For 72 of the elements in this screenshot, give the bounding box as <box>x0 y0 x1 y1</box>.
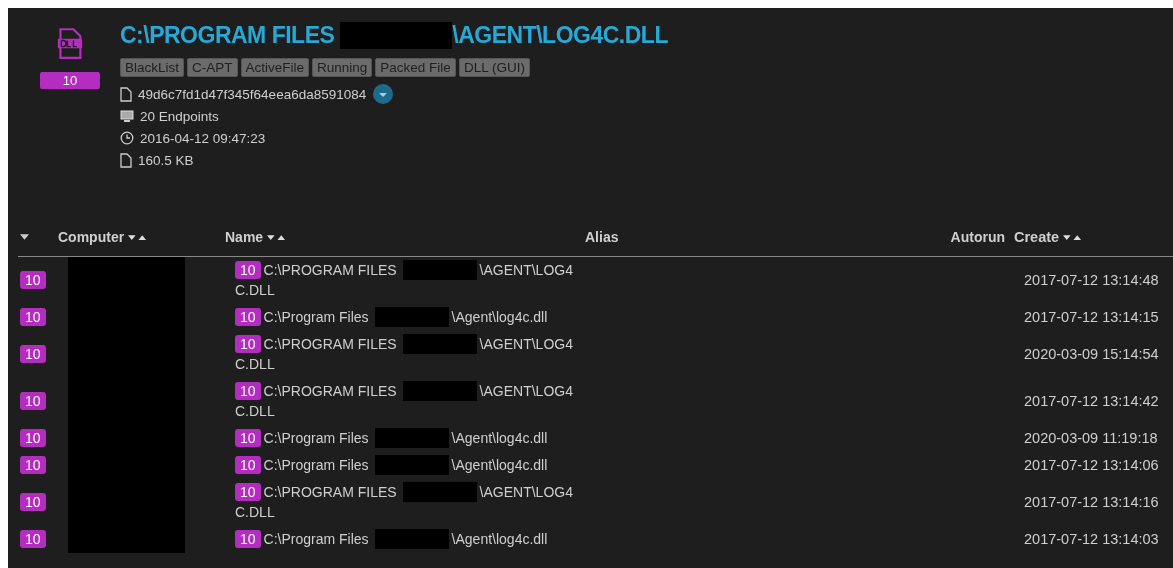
file-path: C.DLL <box>235 402 275 421</box>
column-header[interactable]: Computer <box>58 229 125 245</box>
count-badge: 10 <box>235 483 261 501</box>
file-path: \AGENT\LOG4 <box>479 483 573 502</box>
clock-icon <box>120 131 134 145</box>
file-path: C:\Program Files <box>263 308 369 327</box>
tag: BlackList <box>120 58 185 77</box>
tag: DLL (GUI) <box>458 58 530 77</box>
file-path: C:\PROGRAM FILES <box>263 261 397 280</box>
file-path[interactable]: C:\PROGRAM FILES <box>120 22 335 49</box>
detail-text: 49d6c7fd1d47f345f64eea6da8591084 <box>138 86 367 102</box>
table-cell: 2017-07-12 13:14:48 <box>1024 272 1159 288</box>
caret-icon[interactable] <box>20 234 29 240</box>
table-cell: 2017-07-12 13:14:42 <box>1024 393 1159 409</box>
file-path[interactable]: \AGENT\LOG4C.DLL <box>452 22 668 49</box>
count-badge: 10 <box>20 345 46 363</box>
file-path: \Agent\log4c.dll <box>451 308 548 327</box>
file-path: C:\PROGRAM FILES <box>263 382 397 401</box>
file-icon <box>120 86 132 102</box>
detail-text: 160.5 KB <box>138 152 194 168</box>
count-badge: 10 <box>235 335 261 353</box>
file-path: \Agent\log4c.dll <box>451 530 548 549</box>
file-path: \Agent\log4c.dll <box>451 456 548 475</box>
table-cell: 2017-07-12 13:14:16 <box>1024 494 1159 510</box>
table-cell: 2020-03-09 11:19:18 <box>1024 430 1158 446</box>
table-cell: 2020-03-09 15:14:54 <box>1024 346 1159 362</box>
detail-text: 2016-04-12 09:47:23 <box>140 130 266 146</box>
count-badge: 10 <box>40 72 100 89</box>
count-badge: 10 <box>235 308 261 326</box>
table-cell: 2017-07-12 13:14:15 <box>1024 309 1159 325</box>
tag: ActiveFile <box>240 58 310 77</box>
file-path: C.DLL <box>235 281 275 300</box>
column-header[interactable]: Create <box>1014 229 1060 245</box>
count-badge: 10 <box>20 308 46 326</box>
file-path: C:\PROGRAM FILES <box>263 483 397 502</box>
file-path: C:\PROGRAM FILES <box>263 335 397 354</box>
file-path: C:\Program Files <box>263 456 369 475</box>
count-badge: 10 <box>20 429 46 447</box>
sort-icon[interactable] <box>267 233 287 241</box>
count-badge: 10 <box>235 456 261 474</box>
count-badge: 10 <box>235 261 261 279</box>
sort-icon[interactable] <box>1063 233 1083 241</box>
detail-text: 20 Endpoints <box>140 108 219 124</box>
count-badge: 10 <box>20 493 46 511</box>
file-path: \Agent\log4c.dll <box>451 429 548 448</box>
tag: C-APT <box>187 58 238 77</box>
dropdown-icon[interactable] <box>372 83 395 105</box>
file-path: C:\Program Files <box>263 530 369 549</box>
column-header: Autorun <box>950 229 1005 245</box>
table-cell: 2017-07-12 13:14:03 <box>1024 531 1159 547</box>
table-cell: 2017-07-12 13:14:06 <box>1024 457 1159 473</box>
file-icon <box>120 152 132 168</box>
count-badge: 10 <box>20 530 46 548</box>
file-path: \AGENT\LOG4 <box>479 382 573 401</box>
column-header[interactable]: Name <box>225 229 264 245</box>
column-header: Alias <box>585 229 619 245</box>
tag: Running <box>312 58 373 77</box>
count-badge: 10 <box>20 271 46 289</box>
count-badge: 10 <box>235 429 261 447</box>
file-path: \AGENT\LOG4 <box>479 335 573 354</box>
sort-icon[interactable] <box>128 233 148 241</box>
count-badge: 10 <box>20 456 46 474</box>
count-badge: 10 <box>20 392 46 410</box>
file-path: C.DLL <box>235 503 275 522</box>
dll-file-icon <box>57 28 83 60</box>
file-path: C:\Program Files <box>263 429 369 448</box>
count-badge: 10 <box>235 530 261 548</box>
count-badge: 10 <box>235 382 261 400</box>
tag: Packed File <box>375 58 456 77</box>
file-path: C.DLL <box>235 355 275 374</box>
monitor-icon <box>120 109 134 123</box>
file-path: \AGENT\LOG4 <box>479 261 573 280</box>
